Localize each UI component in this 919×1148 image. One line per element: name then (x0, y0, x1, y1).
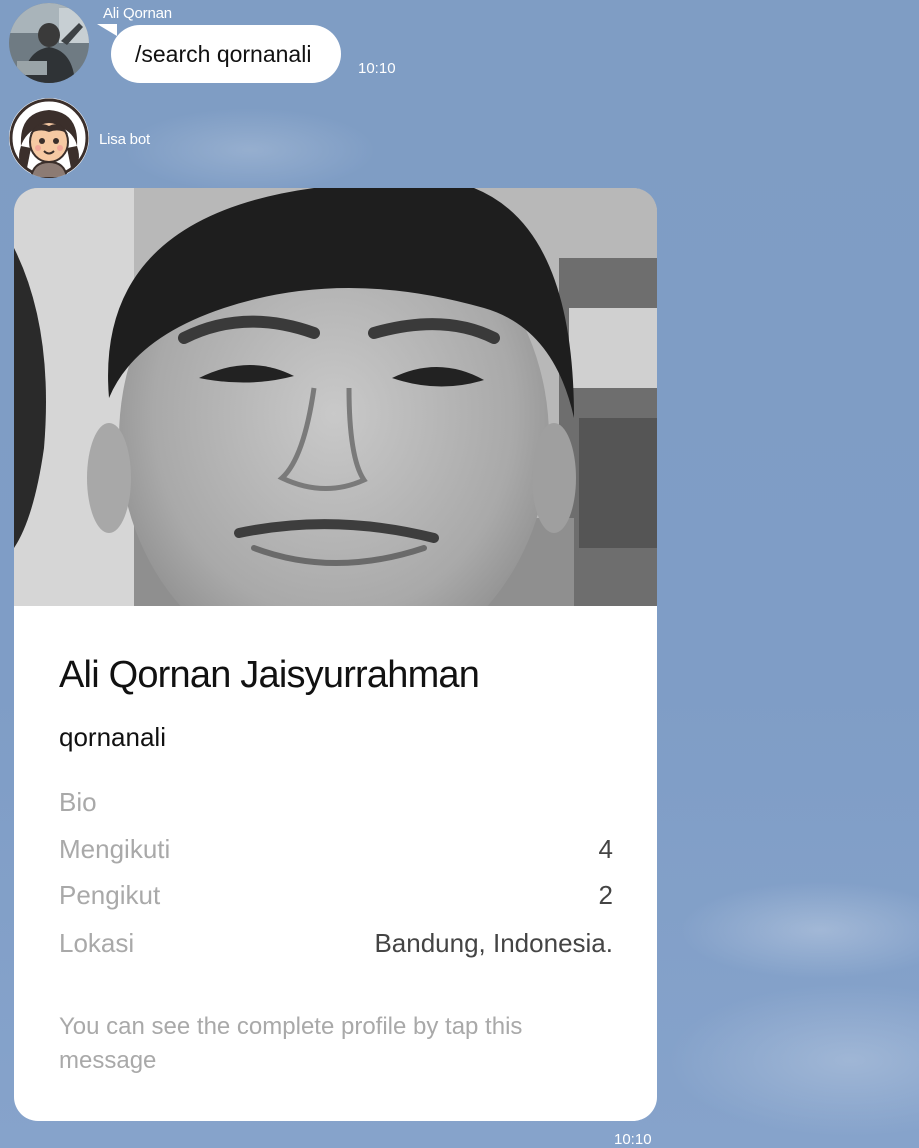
user-sender-name: Ali Qornan (103, 5, 172, 22)
profile-card-footer: You can see the complete profile by tap … (59, 1013, 523, 1074)
bot-avatar[interactable] (9, 98, 89, 178)
followers-label: Pengikut (59, 880, 161, 910)
following-label: Mengikuti (59, 834, 171, 864)
user-bubble-tail (97, 24, 117, 36)
user-message-text: /search qornanali (135, 40, 312, 67)
profile-photo (14, 188, 657, 606)
bot-message-time: 10:10 (614, 1131, 652, 1148)
profile-username: qornanali (59, 722, 166, 752)
profile-row-following: Mengikuti 4 (59, 834, 613, 865)
user-message-bubble[interactable]: /search qornanali (111, 25, 341, 83)
profile-card[interactable]: Ali Qornan Jaisyurrahman qornanali Bio M… (14, 188, 657, 1121)
followers-count: 2 (598, 880, 613, 910)
profile-row-followers: Pengikut 2 (59, 880, 613, 911)
location-value: Bandung, Indonesia. (374, 928, 613, 958)
user-message-time: 10:10 (358, 60, 396, 77)
profile-full-name: Ali Qornan Jaisyurrahman (59, 654, 480, 696)
profile-row-location: Lokasi Bandung, Indonesia. (59, 928, 613, 959)
location-label: Lokasi (59, 928, 135, 958)
profile-row-bio: Bio (59, 787, 613, 818)
bot-sender-name: Lisa bot (99, 131, 150, 148)
user-avatar[interactable] (9, 3, 89, 83)
bio-label: Bio (59, 787, 97, 817)
following-count: 4 (598, 834, 613, 864)
